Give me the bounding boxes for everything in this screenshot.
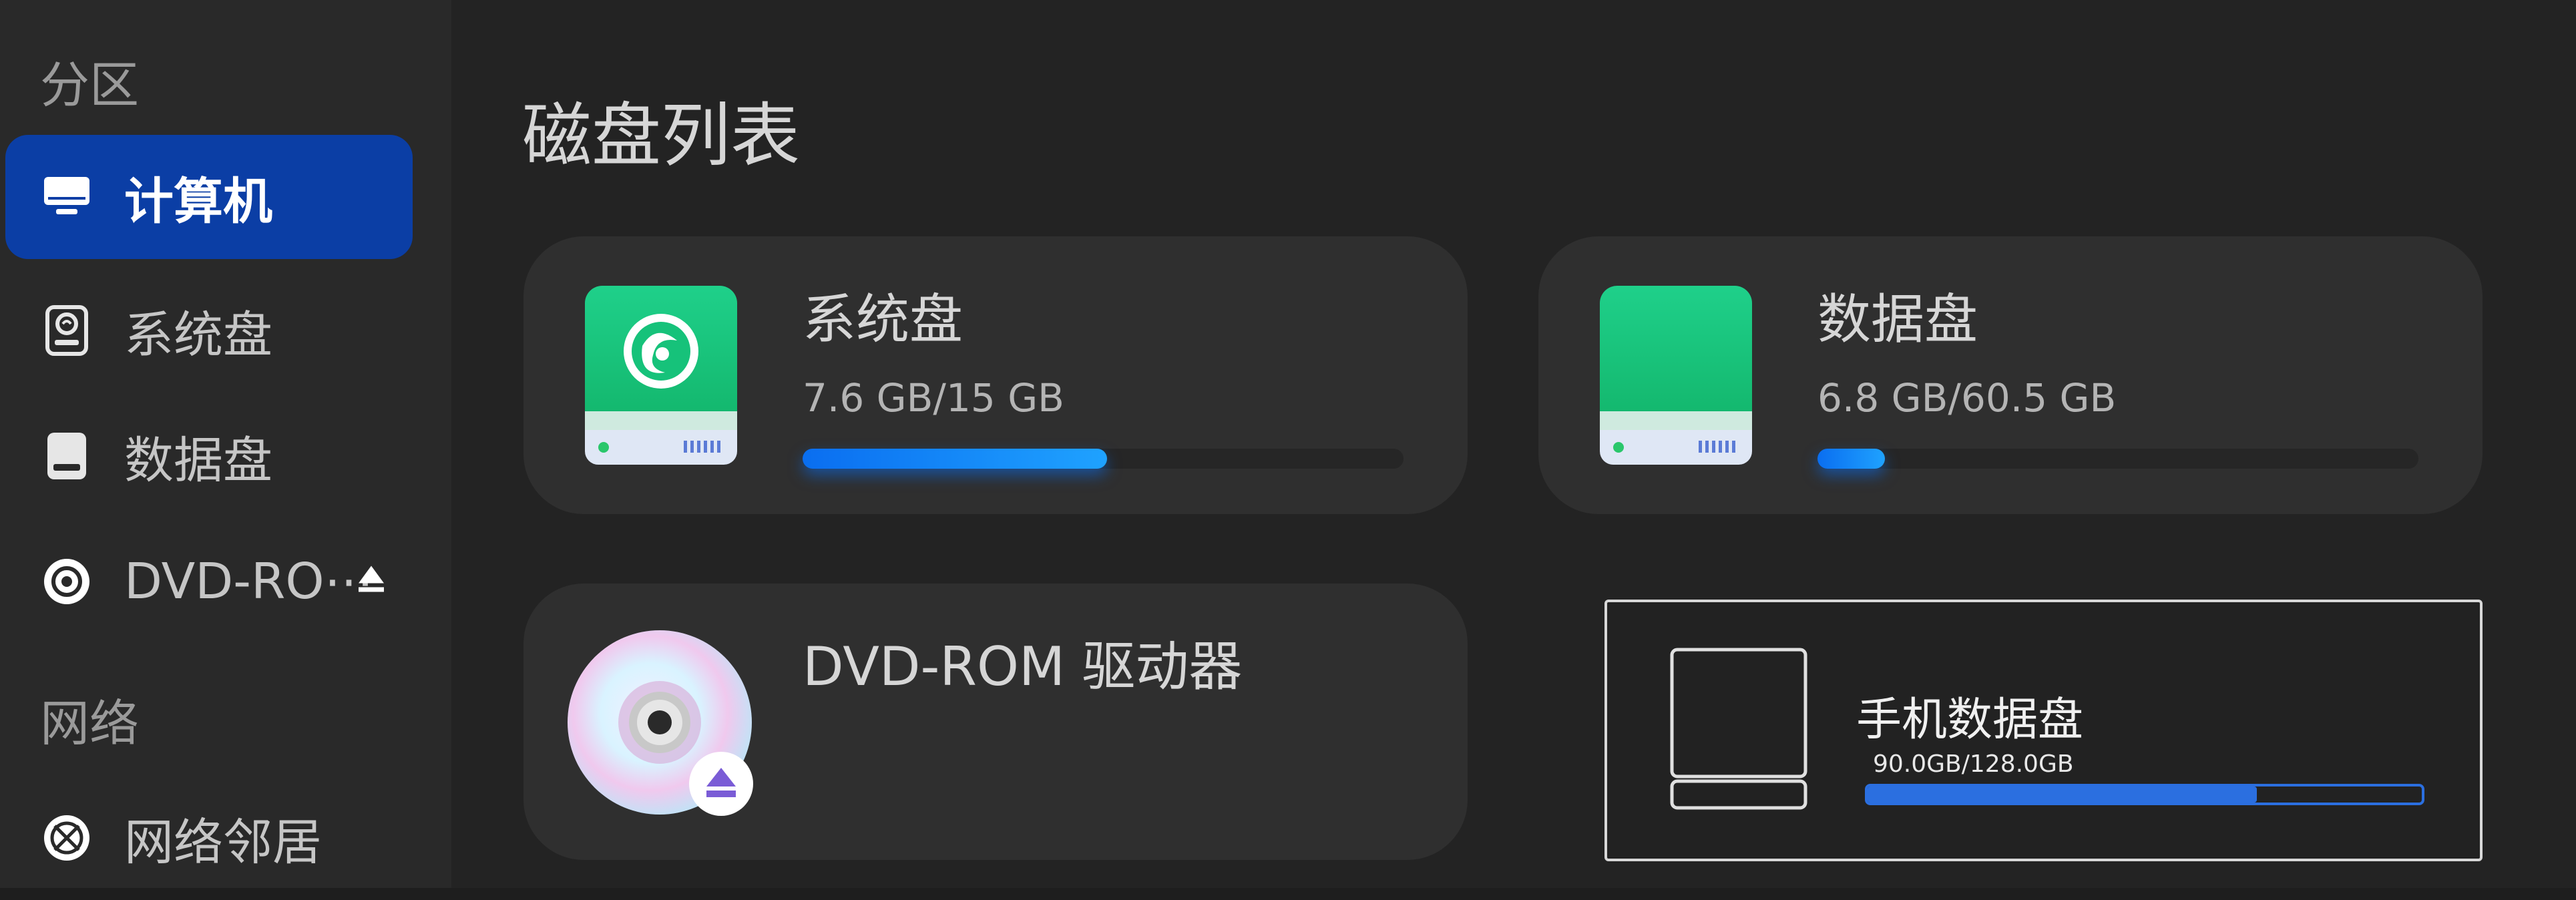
usage-bar	[1817, 449, 2418, 469]
sidebar-item-label: DVD-RO⋯	[124, 553, 374, 610]
eject-icon[interactable]	[356, 564, 387, 597]
phone-usage-bar	[1865, 784, 2424, 805]
dvd-disc-icon	[566, 629, 767, 832]
phone-disk-usage: 90.0GB/128.0GB	[1873, 750, 2074, 778]
computer-icon	[40, 170, 93, 224]
sidebar-item-label: 数据盘	[124, 431, 272, 489]
sidebar-item-label: 网络邻居	[124, 813, 322, 871]
system-disk-icon	[40, 304, 93, 357]
disk-name: 系统盘	[803, 288, 963, 351]
sidebar-item-system-disk[interactable]: 系统盘	[5, 268, 413, 393]
phone-drive-outline-icon	[1670, 648, 1807, 813]
sidebar-item-computer[interactable]: 计算机	[5, 135, 413, 259]
deepin-system-drive-icon	[584, 284, 738, 469]
disk-usage: 7.6 GB/15 GB	[803, 375, 1064, 421]
phone-usage-bar-fill	[1868, 786, 2258, 803]
network-neighbors-icon	[40, 811, 93, 865]
sidebar-item-network-neighbors[interactable]: 网络邻居	[5, 776, 413, 900]
sidebar-item-label: 系统盘	[124, 306, 272, 364]
data-drive-icon	[1598, 284, 1753, 469]
usage-bar-fill	[803, 449, 1108, 469]
usage-bar	[803, 449, 1404, 469]
section-partitions: 分区	[40, 57, 139, 114]
usage-bar-fill	[1817, 449, 1886, 469]
sidebar-item-dvd[interactable]: DVD-RO⋯	[5, 519, 413, 644]
page-title: 磁盘列表	[522, 95, 801, 176]
disk-name: DVD-ROM 驱动器	[803, 636, 1243, 698]
phone-disk-card[interactable]: 手机数据盘 90.0GB/128.0GB	[1604, 600, 2483, 861]
disk-card-system[interactable]: 系统盘 7.6 GB/15 GB	[523, 236, 1468, 514]
sidebar: 分区 计算机 系统盘 数据盘 DVD-RO⋯ 网络 网络邻居	[0, 0, 451, 888]
sidebar-item-label: 计算机	[124, 172, 272, 230]
sidebar-item-data-disk[interactable]: 数据盘	[5, 394, 413, 518]
section-network: 网络	[40, 695, 139, 752]
disk-name: 数据盘	[1817, 288, 1978, 351]
phone-disk-name: 手机数据盘	[1856, 694, 2084, 746]
bottom-edge	[0, 888, 2576, 900]
disk-card-data[interactable]: 数据盘 6.8 GB/60.5 GB	[1538, 236, 2483, 514]
dvd-icon	[40, 555, 93, 608]
disk-usage: 6.8 GB/60.5 GB	[1817, 375, 2117, 421]
data-disk-icon	[40, 429, 93, 483]
disk-card-dvd[interactable]: DVD-ROM 驱动器	[523, 584, 1468, 860]
